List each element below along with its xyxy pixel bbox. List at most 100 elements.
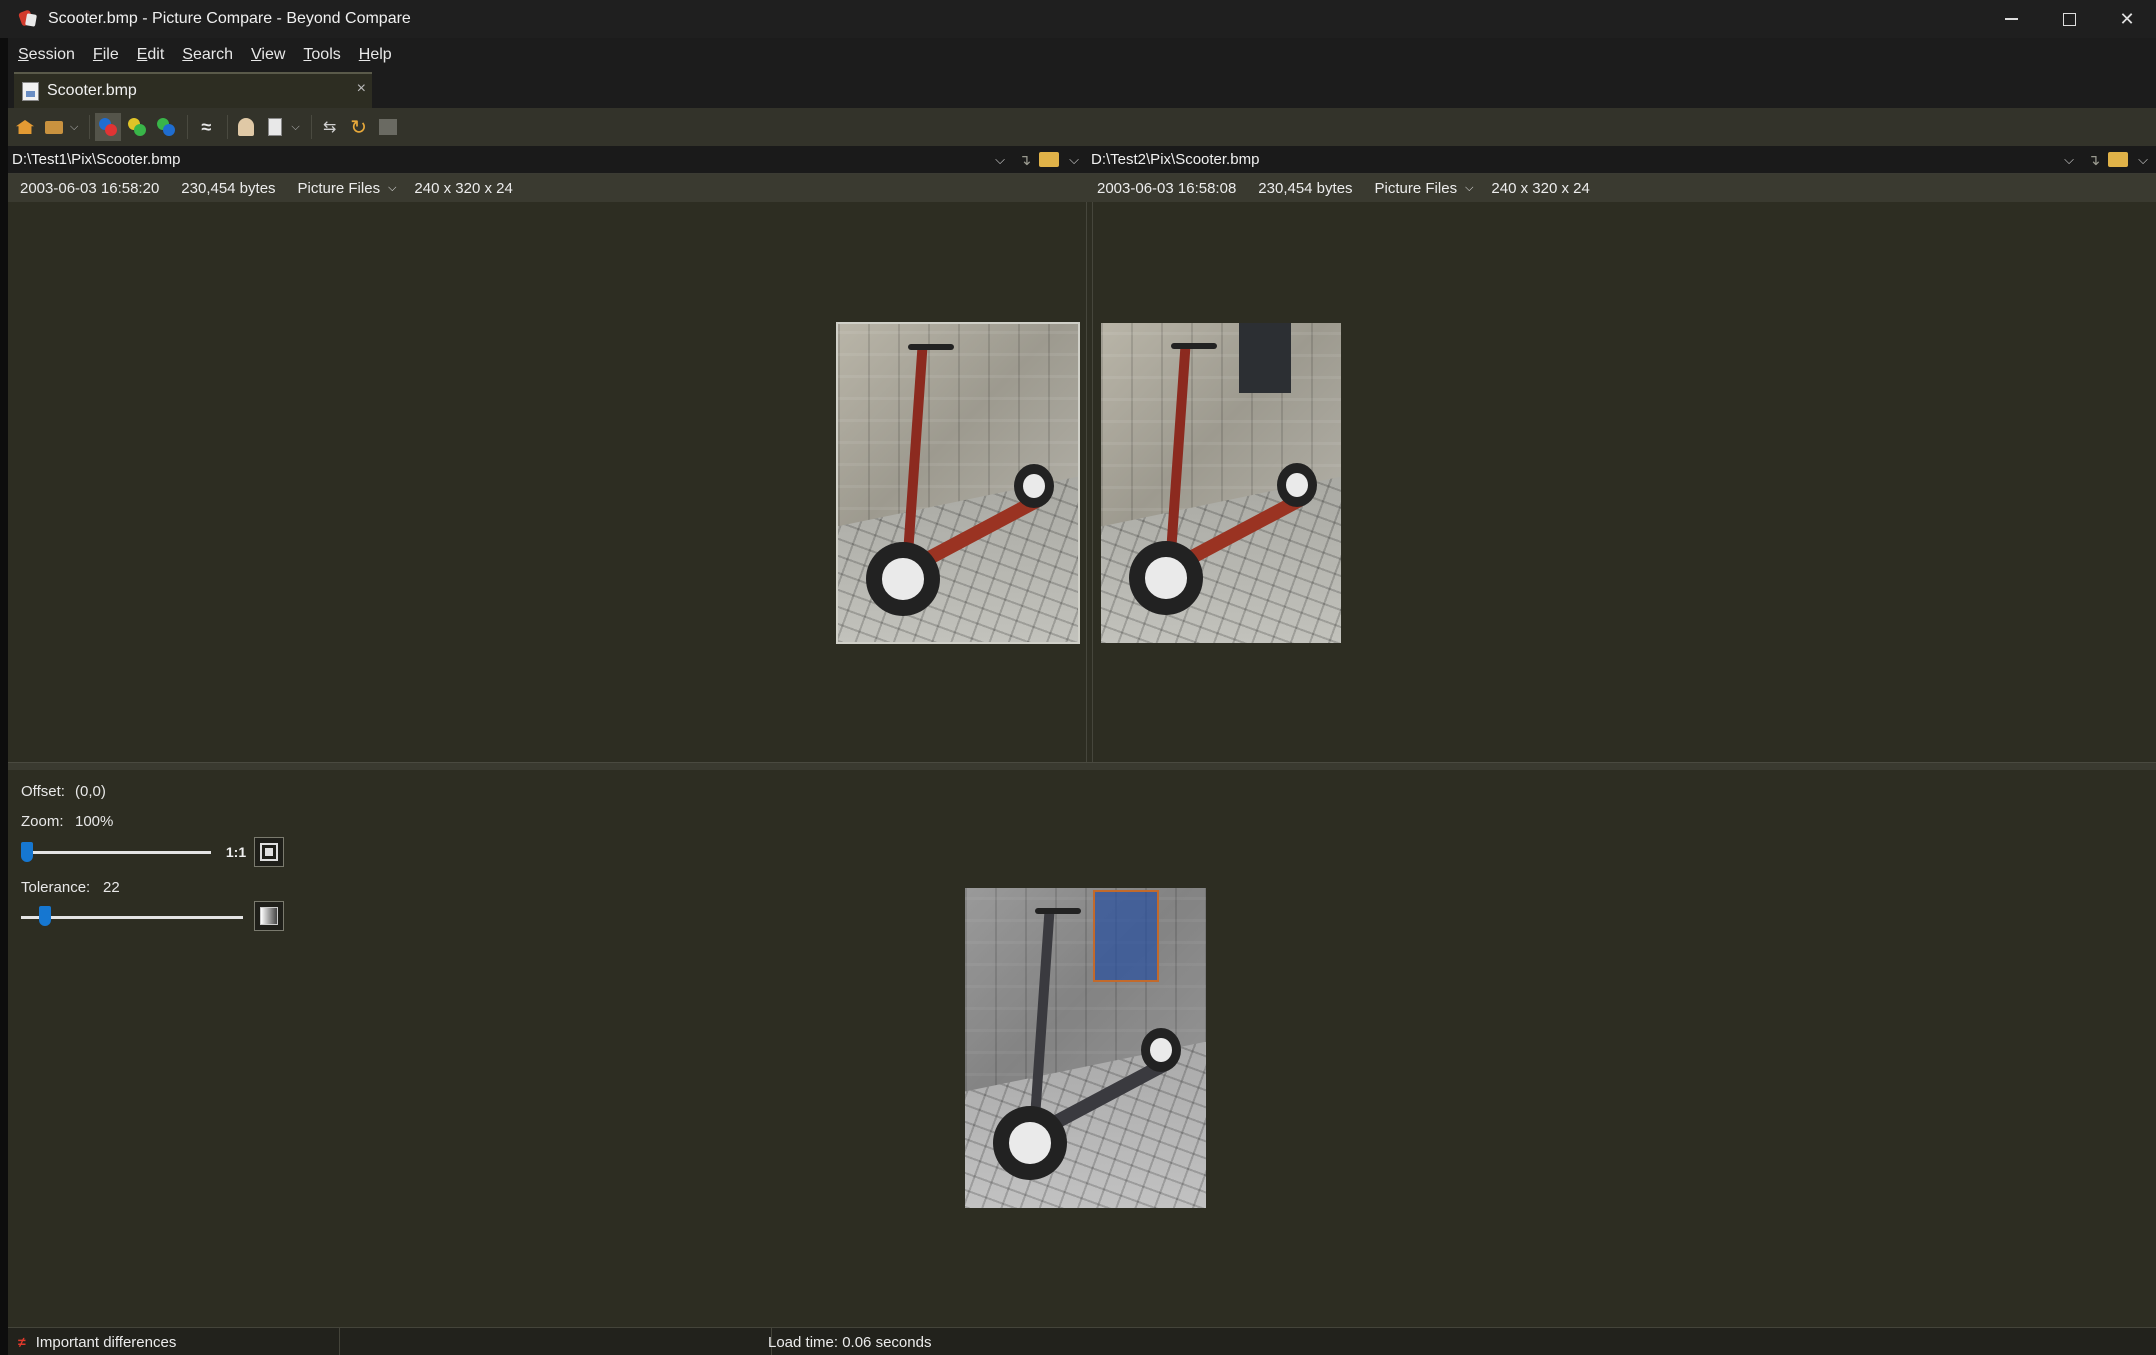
- menu-file[interactable]: File: [93, 46, 119, 64]
- differences-status-text: Important differences: [35, 1333, 177, 1351]
- swap-sides-button[interactable]: ⇆: [317, 113, 343, 141]
- right-format-select[interactable]: Picture Files: [1375, 180, 1458, 197]
- left-info-bar: 2003-06-03 16:58:20 230,454 bytes Pictur…: [8, 174, 1087, 202]
- menu-view[interactable]: View: [251, 46, 285, 64]
- sessions-dropdown-icon[interactable]: ⌵: [70, 121, 78, 134]
- zoom-value: 100%: [75, 813, 114, 830]
- minimize-button[interactable]: [1982, 0, 2040, 38]
- zoom-label: Zoom:: [21, 813, 64, 830]
- briefcase-icon: [45, 120, 63, 134]
- status-bar: ≠ Important differences Load time: 0.06 …: [8, 1327, 2156, 1355]
- right-path-input[interactable]: D:\Test2\Pix\Scooter.bmp: [1087, 147, 2056, 173]
- load-time-text: Load time: 0.06 seconds: [768, 1333, 932, 1351]
- maximize-icon: [2062, 12, 2076, 26]
- tolerance-mode-button[interactable]: [254, 901, 284, 931]
- menu-edit[interactable]: Edit: [137, 46, 165, 64]
- tolerance-slider-thumb[interactable]: [39, 906, 51, 926]
- gradient-icon: [260, 907, 278, 925]
- menu-bar: Session File Edit Search View Tools Help: [8, 38, 2156, 72]
- menu-tools[interactable]: Tools: [303, 46, 340, 64]
- toolbar-separator: [227, 115, 229, 139]
- tab-strip: Scooter.bmp ×: [8, 72, 2156, 108]
- picture-file-icon: [22, 81, 39, 101]
- fit-to-window-button[interactable]: [254, 837, 284, 867]
- right-info-bar: 2003-06-03 16:58:08 230,454 bytes Pictur…: [1087, 174, 2156, 202]
- right-scooter-image[interactable]: [1101, 323, 1341, 643]
- left-path-bar: D:\Test1\Pix\Scooter.bmp ⌵ ↴ ⌵: [8, 146, 1087, 174]
- toolbar-separator: [187, 115, 189, 139]
- close-window-button[interactable]: ✕: [2098, 0, 2156, 38]
- tab-scooter[interactable]: Scooter.bmp ×: [14, 72, 372, 108]
- document-button[interactable]: [262, 113, 288, 141]
- left-scooter-image[interactable]: [836, 322, 1080, 644]
- difference-image[interactable]: [965, 888, 1206, 1208]
- sessions-button[interactable]: [41, 113, 67, 141]
- left-image-dimensions[interactable]: 240 x 320 x 24: [414, 180, 512, 197]
- show-differences-icon: [128, 118, 147, 136]
- tolerance-slider-track[interactable]: [21, 916, 243, 919]
- zoom-slider-track[interactable]: [21, 851, 211, 854]
- title-bar: Scooter.bmp - Picture Compare - Beyond C…: [0, 0, 2156, 38]
- status-load-time: Load time: 0.06 seconds: [768, 1328, 931, 1355]
- toolbar-separator: [89, 115, 91, 139]
- show-same-icon: [157, 118, 176, 136]
- right-path-bar: D:\Test2\Pix\Scooter.bmp ⌵ ↴ ⌵: [1087, 146, 2156, 174]
- menu-session[interactable]: Session: [18, 46, 75, 64]
- tolerance-value: 22: [103, 879, 120, 896]
- status-empty: [340, 1328, 772, 1355]
- person-icon: [238, 118, 255, 136]
- left-next-icon[interactable]: ↴: [1013, 151, 1037, 169]
- right-next-icon[interactable]: ↴: [2082, 151, 2106, 169]
- left-file-size: 230,454 bytes: [181, 179, 276, 197]
- minimize-icon: [2004, 18, 2018, 20]
- rules-button[interactable]: ≈: [193, 113, 219, 141]
- zoom-slider-thumb[interactable]: [21, 842, 33, 862]
- document-icon: [268, 118, 283, 136]
- window-left-edge: [0, 38, 8, 1355]
- right-format-dropdown-icon[interactable]: ⌵: [1465, 182, 1473, 195]
- swap-icon: ⇆: [322, 119, 337, 136]
- show-same-button[interactable]: [153, 113, 179, 141]
- menu-help[interactable]: Help: [359, 46, 392, 64]
- toolbar: ⌵ ≈ ⌵ ⇆ ↻: [8, 108, 2156, 146]
- left-format-select[interactable]: Picture Files: [298, 180, 381, 197]
- fit-to-window-icon: [260, 843, 278, 861]
- not-equal-icon: ≠: [18, 1334, 26, 1350]
- left-path-input[interactable]: D:\Test1\Pix\Scooter.bmp: [8, 147, 987, 173]
- menu-search[interactable]: Search: [182, 46, 233, 64]
- refresh-icon: ↻: [350, 116, 368, 139]
- status-differences: ≠ Important differences: [18, 1328, 340, 1355]
- window-title: Scooter.bmp - Picture Compare - Beyond C…: [48, 10, 411, 27]
- right-file-date: 2003-06-03 16:58:08: [1097, 179, 1237, 197]
- refresh-button[interactable]: ↻: [346, 113, 372, 141]
- left-path-dropdown-icon[interactable]: ⌵: [987, 152, 1013, 168]
- offset-value: (0,0): [75, 783, 106, 800]
- save-button[interactable]: [375, 113, 401, 141]
- actual-size-button[interactable]: 1:1: [221, 837, 251, 867]
- left-format-dropdown-icon[interactable]: ⌵: [388, 182, 396, 195]
- tab-close-icon[interactable]: ×: [357, 80, 366, 98]
- rules-icon: ≈: [201, 116, 212, 137]
- left-file-date: 2003-06-03 16:58:20: [20, 179, 160, 197]
- pane-splitter[interactable]: [8, 762, 2156, 770]
- beyond-compare-app-icon[interactable]: [17, 9, 38, 29]
- show-all-button[interactable]: [95, 113, 122, 141]
- window-controls: ✕: [1982, 0, 2156, 38]
- document-dropdown-icon[interactable]: ⌵: [291, 121, 299, 134]
- save-icon: [378, 119, 397, 135]
- right-browse-dropdown-icon[interactable]: ⌵: [2130, 152, 2156, 168]
- left-browse-dropdown-icon[interactable]: ⌵: [1061, 152, 1087, 168]
- show-differences-button[interactable]: [124, 113, 150, 141]
- show-all-icon: [99, 118, 118, 136]
- right-path-dropdown-icon[interactable]: ⌵: [2056, 152, 2082, 168]
- close-icon: ✕: [2119, 8, 2135, 29]
- tolerance-label: Tolerance:: [21, 879, 91, 896]
- offset-label: Offset:: [21, 783, 65, 800]
- person-button[interactable]: [233, 113, 259, 141]
- right-image-dimensions[interactable]: 240 x 320 x 24: [1491, 180, 1589, 197]
- right-browse-folder-icon[interactable]: [2108, 152, 2128, 167]
- right-file-size: 230,454 bytes: [1258, 179, 1353, 197]
- left-browse-folder-icon[interactable]: [1039, 152, 1059, 167]
- maximize-button[interactable]: [2040, 0, 2098, 38]
- home-button[interactable]: [12, 113, 38, 141]
